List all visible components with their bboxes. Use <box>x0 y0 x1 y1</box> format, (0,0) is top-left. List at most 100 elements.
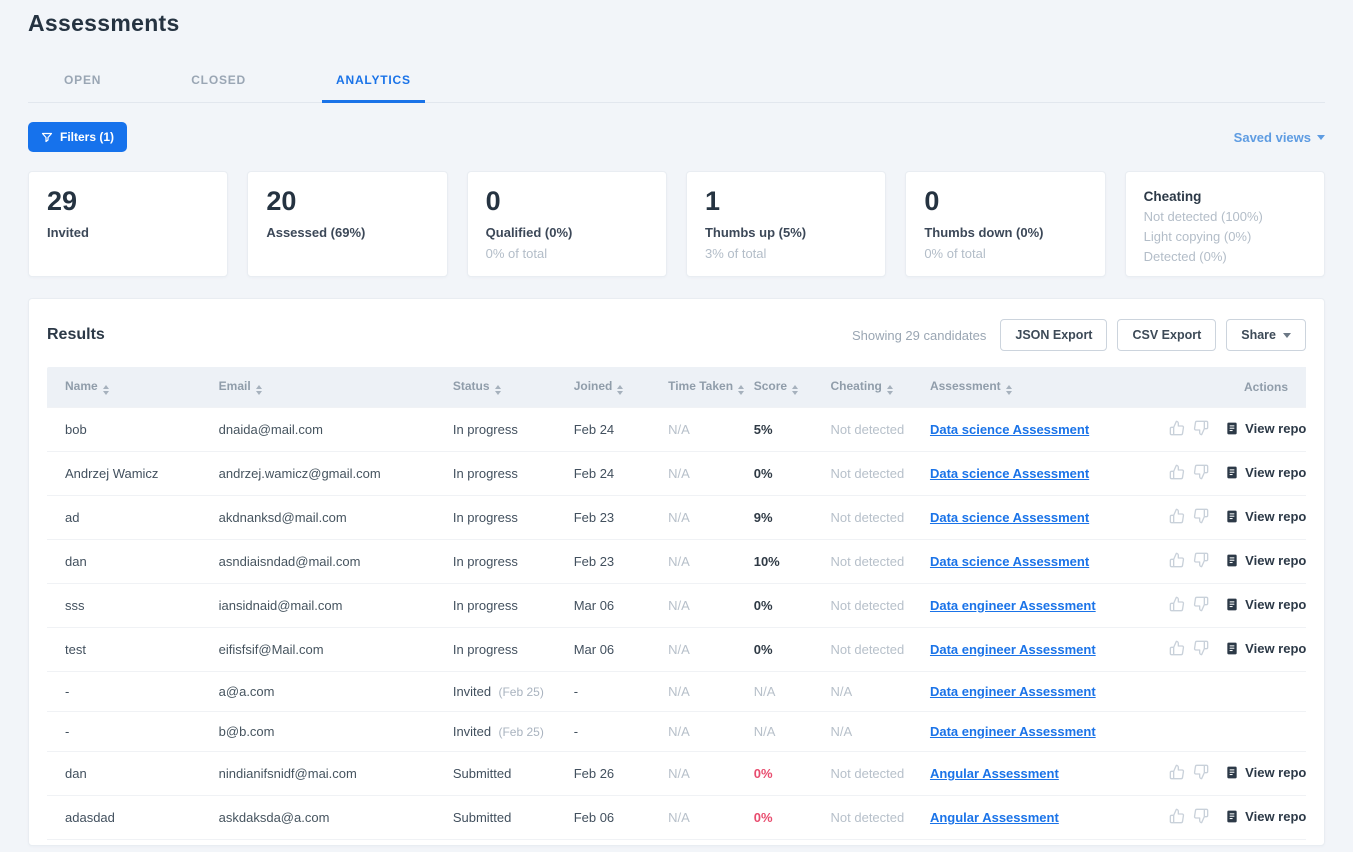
showing-count: Showing 29 candidates <box>852 328 986 343</box>
cell-status: In progress <box>445 496 566 540</box>
toolbar: Filters (1) Saved views <box>28 122 1325 152</box>
saved-views-dropdown[interactable]: Saved views <box>1234 130 1325 145</box>
cell-joined: Mar 06 <box>566 628 660 672</box>
saved-views-label: Saved views <box>1234 130 1311 145</box>
thumbs-up-icon[interactable] <box>1169 640 1185 656</box>
cell-cheating: N/A <box>823 672 922 712</box>
cell-cheating: N/A <box>823 840 922 847</box>
column-header-email[interactable]: Email <box>211 367 445 408</box>
cell-actions: View report <box>1161 628 1306 672</box>
assessment-link[interactable]: Data engineer Assessment <box>930 684 1096 699</box>
share-button[interactable]: Share <box>1226 319 1306 351</box>
cell-assessment: Angular Assessment <box>922 752 1161 796</box>
view-report-button[interactable]: View report <box>1225 509 1306 524</box>
cell-score: 0% <box>746 796 823 840</box>
thumbs-down-icon[interactable] <box>1193 420 1209 436</box>
thumbs-up-icon[interactable] <box>1169 764 1185 780</box>
thumbs-down-icon[interactable] <box>1193 808 1209 824</box>
cell-name: bob <box>47 408 211 452</box>
thumbs-up-icon[interactable] <box>1169 508 1185 524</box>
cell-joined: Feb 24 <box>566 408 660 452</box>
sort-icon <box>792 385 798 395</box>
view-report-button[interactable]: View report <box>1225 553 1306 568</box>
column-header-score[interactable]: Score <box>746 367 823 408</box>
cell-email: b@b.com <box>211 712 445 752</box>
cell-cheating: Not detected <box>823 452 922 496</box>
assessment-link[interactable]: Data science Assessment <box>930 510 1089 525</box>
thumbs-down-icon[interactable] <box>1193 640 1209 656</box>
cell-assessment: Data science Assessment <box>922 540 1161 584</box>
cell-email: askdaksda@a.com <box>211 796 445 840</box>
cell-time-taken: N/A <box>660 840 746 847</box>
cell-time-taken: N/A <box>660 540 746 584</box>
filters-button[interactable]: Filters (1) <box>28 122 127 152</box>
assessment-link[interactable]: Data science Assessment <box>930 422 1089 437</box>
table-row: bob dnaida@mail.com In progress Feb 24 N… <box>47 408 1306 452</box>
cell-actions: View report <box>1161 540 1306 584</box>
cell-joined: Feb 26 <box>566 752 660 796</box>
assessment-link[interactable]: Data engineer Assessment <box>930 598 1096 613</box>
view-report-button[interactable]: View report <box>1225 597 1306 612</box>
column-header-joined[interactable]: Joined <box>566 367 660 408</box>
column-header-actions: Actions <box>1161 367 1306 408</box>
stat-sublabel: 0% of total <box>924 246 1086 261</box>
thumbs-down-icon[interactable] <box>1193 508 1209 524</box>
view-report-button[interactable]: View report <box>1225 421 1306 436</box>
assessment-link[interactable]: Data engineer Assessment <box>930 642 1096 657</box>
view-report-button[interactable]: View report <box>1225 641 1306 656</box>
view-report-button[interactable]: View report <box>1225 465 1306 480</box>
view-report-button[interactable]: View report <box>1225 809 1306 824</box>
share-button-label: Share <box>1241 328 1276 342</box>
column-header-name[interactable]: Name <box>47 367 211 408</box>
cell-status: In progress <box>445 628 566 672</box>
cell-name: ad <box>47 496 211 540</box>
view-report-button[interactable]: View report <box>1225 765 1306 780</box>
cell-joined: - <box>566 840 660 847</box>
csv-export-button[interactable]: CSV Export <box>1117 319 1216 351</box>
cell-score: 0% <box>746 584 823 628</box>
tab-closed[interactable]: Closed <box>177 63 260 103</box>
column-header-assessment[interactable]: Assessment <box>922 367 1161 408</box>
cell-score: 0% <box>746 452 823 496</box>
cheating-line: Detected (0%) <box>1144 249 1306 264</box>
thumbs-down-icon[interactable] <box>1193 464 1209 480</box>
assessment-link[interactable]: Data engineer Assessment <box>930 724 1096 739</box>
cell-assessment: Data science Assessment <box>922 496 1161 540</box>
cell-email: iansidnaid@mail.com <box>211 584 445 628</box>
assessments-page: Assessments OpenClosedAnalytics Filters … <box>0 0 1353 846</box>
thumbs-up-icon[interactable] <box>1169 552 1185 568</box>
tab-analytics[interactable]: Analytics <box>322 63 425 103</box>
assessment-link[interactable]: Data science Assessment <box>930 466 1089 481</box>
cheating-line: Not detected (100%) <box>1144 209 1306 224</box>
column-header-status[interactable]: Status <box>445 367 566 408</box>
cell-score: 0% <box>746 628 823 672</box>
results-card: Results Showing 29 candidates JSON Expor… <box>28 298 1325 846</box>
thumbs-down-icon[interactable] <box>1193 596 1209 612</box>
cell-cheating: Not detected <box>823 796 922 840</box>
thumbs-up-icon[interactable] <box>1169 420 1185 436</box>
results-table-head: NameEmailStatusJoinedTime TakenScoreChea… <box>47 367 1306 408</box>
assessment-link[interactable]: Angular Assessment <box>930 810 1059 825</box>
thumbs-up-icon[interactable] <box>1169 808 1185 824</box>
thumbs-down-icon[interactable] <box>1193 552 1209 568</box>
chevron-down-icon <box>1317 135 1325 140</box>
table-row: sss iansidnaid@mail.com In progress Mar … <box>47 584 1306 628</box>
column-header-time-taken[interactable]: Time Taken <box>660 367 746 408</box>
cheating-line: Light copying (0%) <box>1144 229 1306 244</box>
table-row: - a@a.com Invited (Feb 25) - N/A N/A N/A… <box>47 672 1306 712</box>
cell-status: In progress <box>445 408 566 452</box>
sort-icon <box>887 385 893 395</box>
table-row: - b@b.com Invited (Feb 25) - N/A N/A N/A… <box>47 712 1306 752</box>
thumbs-up-icon[interactable] <box>1169 596 1185 612</box>
cell-email: asndiaisndad@mail.com <box>211 540 445 584</box>
stat-label: Thumbs up (5%) <box>705 225 867 240</box>
assessment-link[interactable]: Data science Assessment <box>930 554 1089 569</box>
thumbs-down-icon[interactable] <box>1193 764 1209 780</box>
assessment-link[interactable]: Angular Assessment <box>930 766 1059 781</box>
json-export-button[interactable]: JSON Export <box>1000 319 1107 351</box>
column-header-cheating[interactable]: Cheating <box>823 367 922 408</box>
tab-open[interactable]: Open <box>50 63 115 103</box>
thumbs-up-icon[interactable] <box>1169 464 1185 480</box>
cell-score: 9% <box>746 496 823 540</box>
cell-email: dnaida@mail.com <box>211 408 445 452</box>
